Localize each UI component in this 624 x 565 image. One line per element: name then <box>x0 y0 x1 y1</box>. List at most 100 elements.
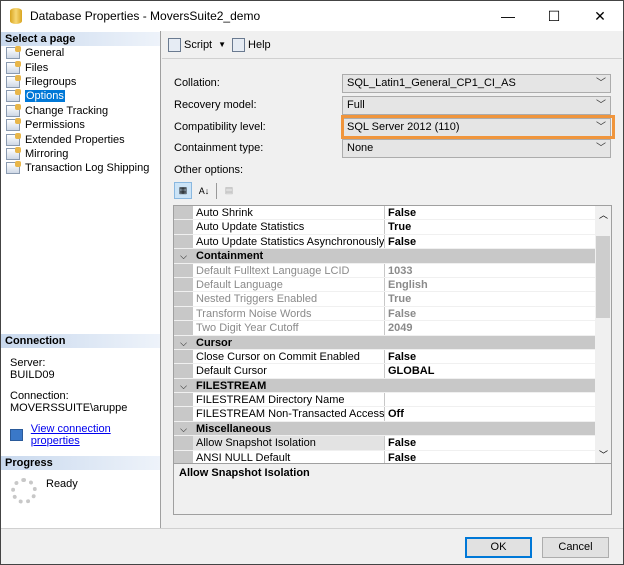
property-value[interactable]: False <box>385 450 595 463</box>
row-gutter <box>174 306 193 321</box>
property-row[interactable]: Allow Snapshot Isolation False <box>174 436 595 451</box>
property-grid[interactable]: Auto Shrink False Auto Update Statistics Tr… <box>173 205 612 464</box>
containment-type-dropdown[interactable]: None ﹀ <box>342 139 611 158</box>
sidebar-item-change-tracking[interactable]: Change Tracking <box>1 103 160 118</box>
property-value[interactable]: True <box>385 220 595 234</box>
property-name: Default Language <box>193 277 385 292</box>
property-description: Allow Snapshot Isolation <box>173 463 612 515</box>
property-value[interactable]: True <box>385 292 595 306</box>
minimize-button[interactable]: — <box>485 1 531 31</box>
sidebar-item-options[interactable]: Options <box>1 89 160 103</box>
property-name: Default Fulltext Language LCID <box>193 263 385 277</box>
sidebar-item-filegroups[interactable]: Filegroups <box>1 74 160 89</box>
scroll-up-icon[interactable]: ︿ <box>599 208 608 221</box>
property-name: FILESTREAM Directory Name <box>193 393 385 407</box>
property-row[interactable]: FILESTREAM Non-Transacted Access Off <box>174 407 595 422</box>
server-label: Server: <box>10 357 46 369</box>
property-value[interactable]: English <box>385 277 595 292</box>
property-name: Auto Update Statistics <box>193 220 385 234</box>
containment-type-value: None <box>347 142 374 154</box>
row-gutter <box>174 393 193 407</box>
categorized-icon[interactable]: ▦ <box>174 182 192 199</box>
property-name: ANSI NULL Default <box>193 450 385 463</box>
collapse-chevron-icon[interactable]: ⌵ <box>174 335 193 349</box>
collapse-chevron-icon[interactable]: ⌵ <box>174 378 193 393</box>
property-name: Default Cursor <box>193 364 385 378</box>
property-value[interactable]: False <box>385 349 595 364</box>
close-button[interactable]: ✕ <box>577 1 623 31</box>
category-row[interactable]: ⌵ Containment <box>174 249 595 264</box>
property-value[interactable]: 2049 <box>385 321 595 335</box>
page-icon <box>6 46 21 60</box>
property-row[interactable]: Two Digit Year Cutoff 2049 <box>174 321 595 336</box>
sidebar-item-extended-properties[interactable]: Extended Properties <box>1 132 160 146</box>
maximize-button[interactable]: ☐ <box>531 1 577 31</box>
property-name: Two Digit Year Cutoff <box>193 321 385 335</box>
property-name: Close Cursor on Commit Enabled <box>193 349 385 364</box>
help-button[interactable]: Help <box>232 37 271 52</box>
left-panel: Select a page General Files Filegroups Opti… <box>1 31 161 528</box>
property-row[interactable]: Close Cursor on Commit Enabled False <box>174 349 595 365</box>
property-row[interactable]: FILESTREAM Directory Name <box>174 393 595 408</box>
property-value[interactable]: 1033 <box>385 263 595 277</box>
page-list: General Files Filegroups Options Change Trac… <box>1 46 160 176</box>
property-value[interactable]: False <box>385 206 595 220</box>
property-value <box>385 249 595 263</box>
recovery-model-dropdown[interactable]: Full ﹀ <box>342 96 611 115</box>
script-label: Script <box>184 38 213 51</box>
property-row[interactable]: Transform Noise Words False <box>174 306 595 322</box>
script-dropdown-icon[interactable]: ▼ <box>218 40 226 49</box>
sidebar-item-transaction-log-shipping[interactable]: Transaction Log Shipping <box>1 161 160 175</box>
sort-alphabetical-icon[interactable]: A↓ <box>195 182 213 199</box>
collapse-chevron-icon[interactable]: ⌵ <box>174 249 193 263</box>
collation-dropdown[interactable]: SQL_Latin1_General_CP1_CI_AS ﹀ <box>342 74 611 93</box>
collapse-chevron-icon[interactable]: ⌵ <box>174 421 193 436</box>
property-value[interactable]: GLOBAL <box>385 364 595 378</box>
sidebar-item-label: Filegroups <box>25 75 77 88</box>
connection-value: MOVERSSUITE\aruppe <box>10 402 128 414</box>
property-row[interactable]: Nested Triggers Enabled True <box>174 292 595 307</box>
toolbar-divider <box>216 182 217 199</box>
sidebar-item-files[interactable]: Files <box>1 60 160 74</box>
property-value[interactable]: False <box>385 306 595 321</box>
property-row[interactable]: Default Fulltext Language LCID 1033 <box>174 263 595 278</box>
property-row[interactable]: Auto Shrink False <box>174 206 595 221</box>
ok-button[interactable]: OK <box>465 537 532 558</box>
property-name: FILESTREAM <box>193 378 385 393</box>
script-button[interactable]: Script <box>168 37 213 52</box>
help-label: Help <box>248 38 271 51</box>
property-value[interactable] <box>385 393 595 407</box>
property-pages-icon[interactable]: ▤ <box>220 182 238 199</box>
row-gutter <box>174 321 193 335</box>
category-row[interactable]: ⌵ FILESTREAM <box>174 378 595 394</box>
page-icon <box>6 103 21 117</box>
category-row[interactable]: ⌵ Miscellaneous <box>174 421 595 437</box>
row-gutter <box>174 220 193 234</box>
property-name: Allow Snapshot Isolation <box>193 436 385 450</box>
row-gutter <box>174 292 193 306</box>
options-panel: Script ▼ Help Collation: SQL_Latin1_Gene… <box>162 31 622 528</box>
scroll-down-icon[interactable]: ﹀ <box>599 448 608 461</box>
property-value[interactable]: Off <box>385 407 595 421</box>
category-row[interactable]: ⌵ Cursor <box>174 335 595 350</box>
property-row[interactable]: Auto Update Statistics Asynchronously Fal… <box>174 234 595 250</box>
cancel-button[interactable]: Cancel <box>542 537 609 558</box>
scrollbar-thumb[interactable] <box>596 236 610 318</box>
property-row[interactable]: ANSI NULL Default False <box>174 450 595 463</box>
property-row[interactable]: Auto Update Statistics True <box>174 220 595 235</box>
property-value[interactable]: False <box>385 436 595 450</box>
property-row[interactable]: Default Cursor GLOBAL <box>174 364 595 379</box>
compatibility-level-label: Compatibility level: <box>174 121 266 133</box>
sidebar-item-mirroring[interactable]: Mirroring <box>1 146 160 161</box>
property-row[interactable]: Default Language English <box>174 277 595 293</box>
sidebar-item-permissions[interactable]: Permissions <box>1 118 160 132</box>
sidebar-item-general[interactable]: General <box>1 46 160 60</box>
page-icon <box>6 74 21 88</box>
vertical-scrollbar[interactable]: ︿ ﹀ <box>595 206 611 463</box>
collation-label: Collation: <box>174 77 220 89</box>
recovery-model-label: Recovery model: <box>174 99 257 111</box>
containment-type-label: Containment type: <box>174 142 264 154</box>
property-value[interactable]: False <box>385 234 595 249</box>
progress-status: Ready <box>46 478 78 490</box>
view-connection-properties-link[interactable]: View connection properties <box>31 423 160 447</box>
